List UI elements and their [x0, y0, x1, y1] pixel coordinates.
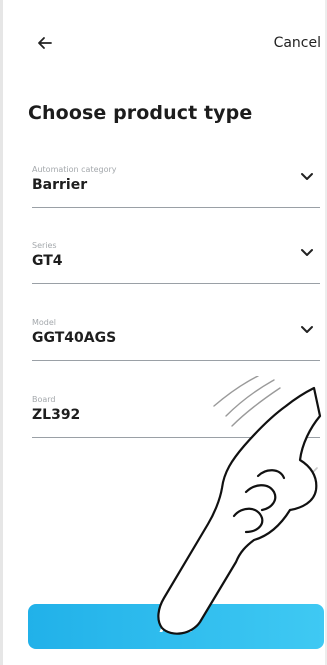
chevron-down-icon: [301, 326, 313, 333]
field-label: Board: [32, 395, 56, 404]
series-select[interactable]: Series GT4: [32, 241, 320, 284]
board-select[interactable]: Board ZL392: [32, 395, 320, 438]
arrow-left-icon: [38, 37, 52, 49]
chevron-down-icon: [308, 467, 318, 473]
model-select[interactable]: Model GGT40AGS: [32, 318, 320, 361]
chevron-down-icon: [301, 403, 313, 410]
add-button-label: Add: [159, 617, 193, 636]
field-value: Barrier: [32, 177, 88, 193]
see-all-link[interactable]: See all: [256, 462, 319, 478]
field-value: GT4: [32, 253, 63, 269]
chevron-down-icon: [301, 249, 313, 256]
back-button[interactable]: [34, 32, 56, 54]
top-bar: Cancel: [0, 30, 327, 58]
field-label: Model: [32, 318, 57, 327]
field-value: GGT40AGS: [32, 330, 117, 346]
field-value: ZL392: [32, 407, 81, 423]
see-all-label: See all: [256, 462, 303, 478]
automation-category-select[interactable]: Automation category Barrier: [32, 165, 320, 208]
chevron-down-icon: [301, 173, 313, 180]
field-label: Series: [32, 241, 57, 250]
screen-edge: [0, 0, 3, 665]
page-title: Choose product type: [28, 102, 253, 124]
field-label: Automation category: [32, 165, 117, 174]
cancel-button[interactable]: Cancel: [274, 35, 321, 51]
add-button[interactable]: Add: [28, 604, 324, 649]
